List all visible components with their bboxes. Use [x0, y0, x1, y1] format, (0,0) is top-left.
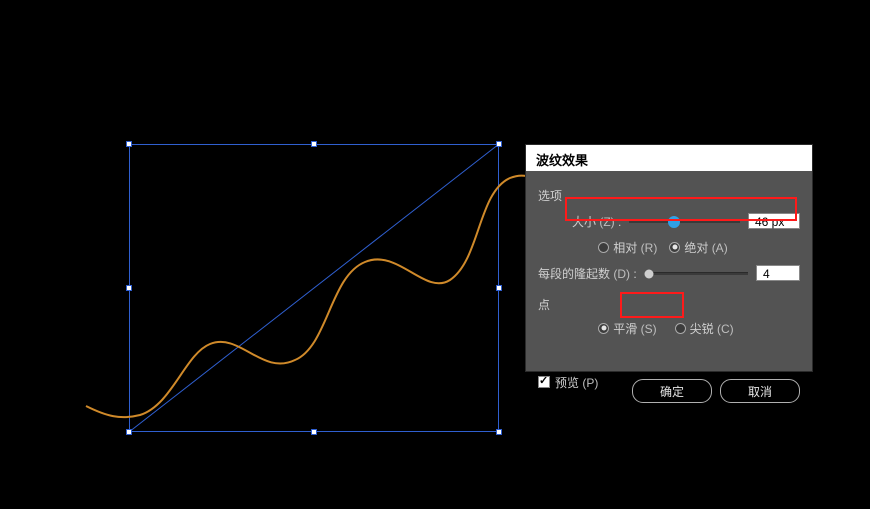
radio-smooth[interactable]: 平滑 (S) — [592, 318, 662, 339]
dialog-footer: 预览 (P) 确定 取消 — [538, 361, 800, 403]
size-field[interactable]: 46 px — [748, 213, 800, 229]
selection-handle-tm[interactable] — [311, 141, 317, 147]
dialog-body: 选项 大小 (Z) : 46 px 相对 (R) — [526, 171, 812, 415]
selection-handle-bm[interactable] — [311, 429, 317, 435]
ridges-field[interactable]: 4 — [756, 265, 800, 281]
selection-handle-tl[interactable] — [126, 141, 132, 147]
selection-handle-mr[interactable] — [496, 285, 502, 291]
ridges-slider[interactable] — [645, 272, 748, 275]
points-section-label: 点 — [538, 296, 800, 313]
size-row: 大小 (Z) : 46 px — [568, 210, 800, 232]
ok-button[interactable]: 确定 — [632, 379, 712, 403]
selection-handle-tr[interactable] — [496, 141, 502, 147]
radio-absolute[interactable]: 绝对 (A) — [669, 239, 727, 256]
size-slider-thumb[interactable] — [668, 216, 680, 228]
cancel-button[interactable]: 取消 — [720, 379, 800, 403]
size-mode-row: 相对 (R) 绝对 (A) — [538, 238, 800, 256]
selection-handle-ml[interactable] — [126, 285, 132, 291]
selection-handle-bl[interactable] — [126, 429, 132, 435]
size-slider[interactable] — [629, 220, 740, 223]
selection-handle-br[interactable] — [496, 429, 502, 435]
ridges-row: 每段的隆起数 (D) : 4 — [538, 264, 800, 282]
points-row: 平滑 (S) 尖锐 (C) — [538, 319, 800, 337]
canvas-background: 波纹效果 选项 大小 (Z) : 46 px 相对 — [0, 0, 870, 509]
size-label: 大小 (Z) : — [572, 213, 621, 230]
ridges-slider-thumb[interactable] — [644, 269, 653, 278]
preview-checkbox[interactable]: 预览 (P) — [538, 374, 598, 391]
options-section-label: 选项 — [538, 187, 800, 204]
zigzag-dialog: 波纹效果 选项 大小 (Z) : 46 px 相对 — [525, 144, 813, 372]
dialog-title: 波纹效果 — [526, 145, 812, 171]
radio-corner[interactable]: 尖锐 (C) — [675, 320, 734, 337]
ridges-label: 每段的隆起数 (D) : — [538, 265, 637, 282]
radio-relative[interactable]: 相对 (R) — [598, 239, 657, 256]
